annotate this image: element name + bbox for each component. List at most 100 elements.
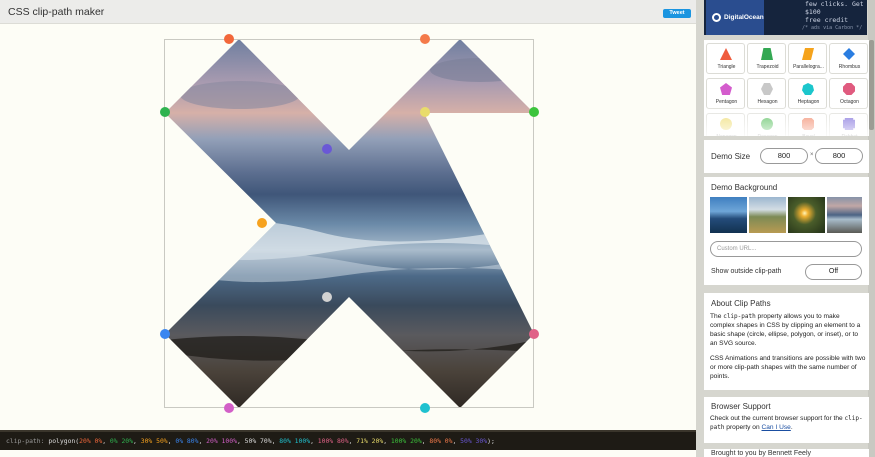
code-point: 100% 20% — [390, 437, 422, 445]
code-point: 71% 20% — [356, 437, 384, 445]
point-handle-11[interactable] — [420, 34, 430, 44]
code-comma: , — [198, 437, 207, 445]
browser-text-b: property on — [724, 424, 762, 431]
octagon-icon — [843, 83, 855, 95]
rhombus-icon — [843, 48, 855, 60]
code-point: 20% 100% — [206, 437, 237, 445]
about-paragraph-1: The clip-path property allows you to mak… — [710, 312, 866, 348]
canvas-frame — [164, 39, 534, 408]
point-handle-1[interactable] — [224, 34, 234, 44]
code-func-open: polygon( — [48, 437, 80, 445]
code-points: 20% 0%, 0% 20%, 30% 50%, 0% 80%, 20% 100… — [79, 437, 487, 445]
clip-path-code[interactable]: clip-path: polygon(20% 0%, 0% 20%, 30% 5… — [0, 430, 696, 450]
ad-logo: DigitalOcean — [706, 0, 764, 35]
demo-background-panel: Demo Background Custom URL... Show outsi… — [704, 177, 869, 285]
size-separator: × — [810, 152, 814, 158]
shape-label: Pentagon — [715, 99, 738, 105]
shapes-fade — [704, 108, 869, 136]
demo-size-panel: Demo Size 800 × 800 — [704, 140, 869, 173]
show-outside-toggle[interactable]: Off — [805, 264, 862, 280]
code-point: 0% 80% — [175, 437, 199, 445]
digitalocean-logo-icon — [712, 13, 721, 22]
about-title: About Clip Paths — [711, 299, 771, 308]
browser-support-text: Check out the current browser support fo… — [710, 414, 866, 432]
background-thumb-sparkler[interactable] — [788, 197, 825, 233]
shape-label: Hexagon — [757, 99, 778, 105]
code-point: 50% 30% — [460, 437, 488, 445]
point-handle-7[interactable] — [420, 403, 430, 413]
editor-pane: CSS clip-path maker Tweet clip-path: pol… — [0, 0, 696, 457]
ad-text-line1: few clicks. Get $100 — [805, 0, 864, 16]
ad-text: few clicks. Get $100 free credit — [805, 0, 867, 24]
hexagon-icon — [761, 83, 773, 95]
background-thumb-pier[interactable] — [710, 197, 747, 233]
heptagon-icon — [802, 83, 814, 95]
point-handle-8[interactable] — [529, 329, 539, 339]
credits-text: Brought to you by Bennett Feely — [711, 450, 812, 457]
shape-tile-heptagon[interactable]: Heptagon — [788, 78, 827, 109]
about-paragraph-2: CSS Animations and transitions are possi… — [710, 355, 866, 380]
point-handle-6[interactable] — [322, 292, 332, 302]
ad-text-line2: free credit — [805, 16, 849, 24]
shape-label: Heptagon — [797, 99, 820, 105]
shape-label: Trapezoid — [756, 64, 779, 70]
point-handle-12[interactable] — [322, 144, 332, 154]
carbon-ad[interactable]: DigitalOcean few clicks. Get $100 free c… — [704, 0, 867, 35]
demo-width-input[interactable]: 800 — [760, 148, 808, 164]
code-point: 100% 80% — [317, 437, 349, 445]
shape-tile-hexagon[interactable]: Hexagon — [747, 78, 786, 109]
about-p1-code: clip-path — [723, 313, 756, 320]
shape-label: Rhombus — [838, 64, 861, 70]
shape-tile-octagon[interactable]: Octagon — [829, 78, 868, 109]
about-p1-a: The — [710, 313, 724, 320]
point-handle-9[interactable] — [420, 107, 430, 117]
demo-height-input[interactable]: 800 — [815, 148, 863, 164]
point-handle-2[interactable] — [160, 107, 170, 117]
about-panel: About Clip Paths The clip-path property … — [704, 293, 869, 390]
code-property: clip-path: — [6, 437, 45, 445]
background-thumb-sea[interactable] — [827, 197, 862, 233]
code-point: 20% 0% — [79, 437, 103, 445]
custom-url-input[interactable]: Custom URL... — [710, 241, 862, 257]
browser-support-panel: Browser Support Check out the current br… — [704, 397, 869, 443]
triangle-icon — [720, 48, 732, 60]
browser-support-title: Browser Support — [711, 402, 771, 411]
background-thumb-field[interactable] — [749, 197, 786, 233]
code-point: 0% 20% — [109, 437, 134, 445]
code-comma: , — [236, 437, 245, 445]
code-point: 80% 0% — [429, 437, 453, 445]
shape-tile-parallelogra[interactable]: Parallelogra... — [788, 43, 827, 74]
browser-text-a: Check out the current browser support fo… — [710, 415, 845, 422]
point-handle-5[interactable] — [224, 403, 234, 413]
trapezoid-icon — [761, 48, 773, 60]
ad-carbon-credit[interactable]: /* ads via Carbon */ — [802, 25, 862, 31]
shapes-panel: Triangle Trapezoid Parallelogra... Rhombus P… — [704, 40, 869, 136]
show-outside-label: Show outside clip-path — [711, 268, 782, 275]
point-handle-4[interactable] — [160, 329, 170, 339]
shape-tile-rhombus[interactable]: Rhombus — [829, 43, 868, 74]
demo-size-label: Demo Size — [711, 152, 751, 161]
point-handle-3[interactable] — [257, 218, 267, 228]
shape-label: Parallelogra... — [793, 64, 824, 70]
code-comma: , — [383, 437, 391, 445]
demo-background-label: Demo Background — [711, 183, 778, 192]
code-comma: , — [133, 437, 141, 445]
caniuse-link[interactable]: Can I Use — [761, 424, 790, 431]
sidebar-scrollbar-thumb[interactable] — [869, 40, 874, 130]
shape-tile-triangle[interactable]: Triangle — [706, 43, 745, 74]
shape-label: Octagon — [840, 99, 859, 105]
shape-label: Triangle — [717, 64, 736, 70]
code-point: 80% 100% — [279, 437, 311, 445]
shape-tile-pentagon[interactable]: Pentagon — [706, 78, 745, 109]
ad-brand: DigitalOcean — [724, 14, 764, 21]
parallelogram-icon — [802, 48, 814, 60]
browser-text-c: . — [790, 424, 793, 431]
code-func-close: ); — [487, 437, 495, 445]
pentagon-icon — [720, 83, 732, 95]
shape-tile-trapezoid[interactable]: Trapezoid — [747, 43, 786, 74]
code-comma: , — [102, 437, 110, 445]
point-handle-10[interactable] — [529, 107, 539, 117]
code-point: 50% 70% — [244, 437, 272, 445]
credits-panel: Brought to you by Bennett Feely — [704, 449, 869, 457]
code-comma: , — [310, 437, 318, 445]
